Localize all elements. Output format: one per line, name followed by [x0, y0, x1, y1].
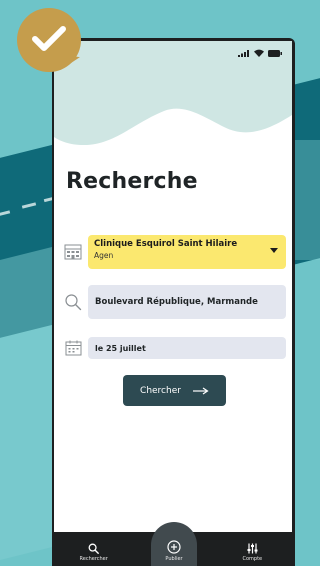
clinic-row: Clinique Esquirol Saint Hilaire Agen — [62, 235, 286, 269]
signal-icon — [238, 49, 249, 57]
search-icon — [62, 291, 84, 313]
status-bar — [238, 49, 282, 57]
chevron-down-icon — [270, 248, 278, 253]
arrow-right-icon — [192, 387, 209, 394]
checkmark-icon — [32, 26, 66, 51]
calendar-icon — [62, 337, 84, 359]
tab-publier[interactable]: Publier — [151, 522, 197, 566]
page-title: Recherche — [66, 169, 198, 194]
date-row: le 25 juillet — [62, 337, 286, 359]
clinic-select[interactable]: Clinique Esquirol Saint Hilaire Agen — [88, 235, 286, 269]
tab-compte[interactable]: Compte — [213, 532, 292, 566]
clinic-name: Clinique Esquirol Saint Hilaire — [94, 239, 238, 249]
phone-screen: Recherche Clinique Esquirol Saint Hilair… — [54, 41, 292, 566]
date-input[interactable]: le 25 juillet — [88, 337, 286, 359]
search-button[interactable]: Chercher — [123, 375, 226, 406]
search-icon — [88, 543, 100, 554]
tab-label: Compte — [242, 556, 263, 562]
clinic-city: Agen — [94, 251, 114, 260]
header-wave — [54, 41, 292, 145]
plus-circle-icon — [167, 540, 181, 554]
building-icon — [62, 241, 84, 263]
tab-rechercher[interactable]: Rechercher — [54, 532, 133, 566]
sliders-icon — [247, 543, 258, 554]
address-row: Boulevard République, Marmande — [62, 285, 286, 319]
search-button-label: Chercher — [140, 385, 181, 396]
tab-label: Publier — [165, 556, 183, 562]
battery-icon — [268, 49, 282, 57]
check-badge — [17, 8, 81, 72]
tab-label: Rechercher — [79, 556, 108, 562]
wifi-icon — [254, 49, 264, 57]
address-input[interactable]: Boulevard République, Marmande — [88, 285, 286, 319]
